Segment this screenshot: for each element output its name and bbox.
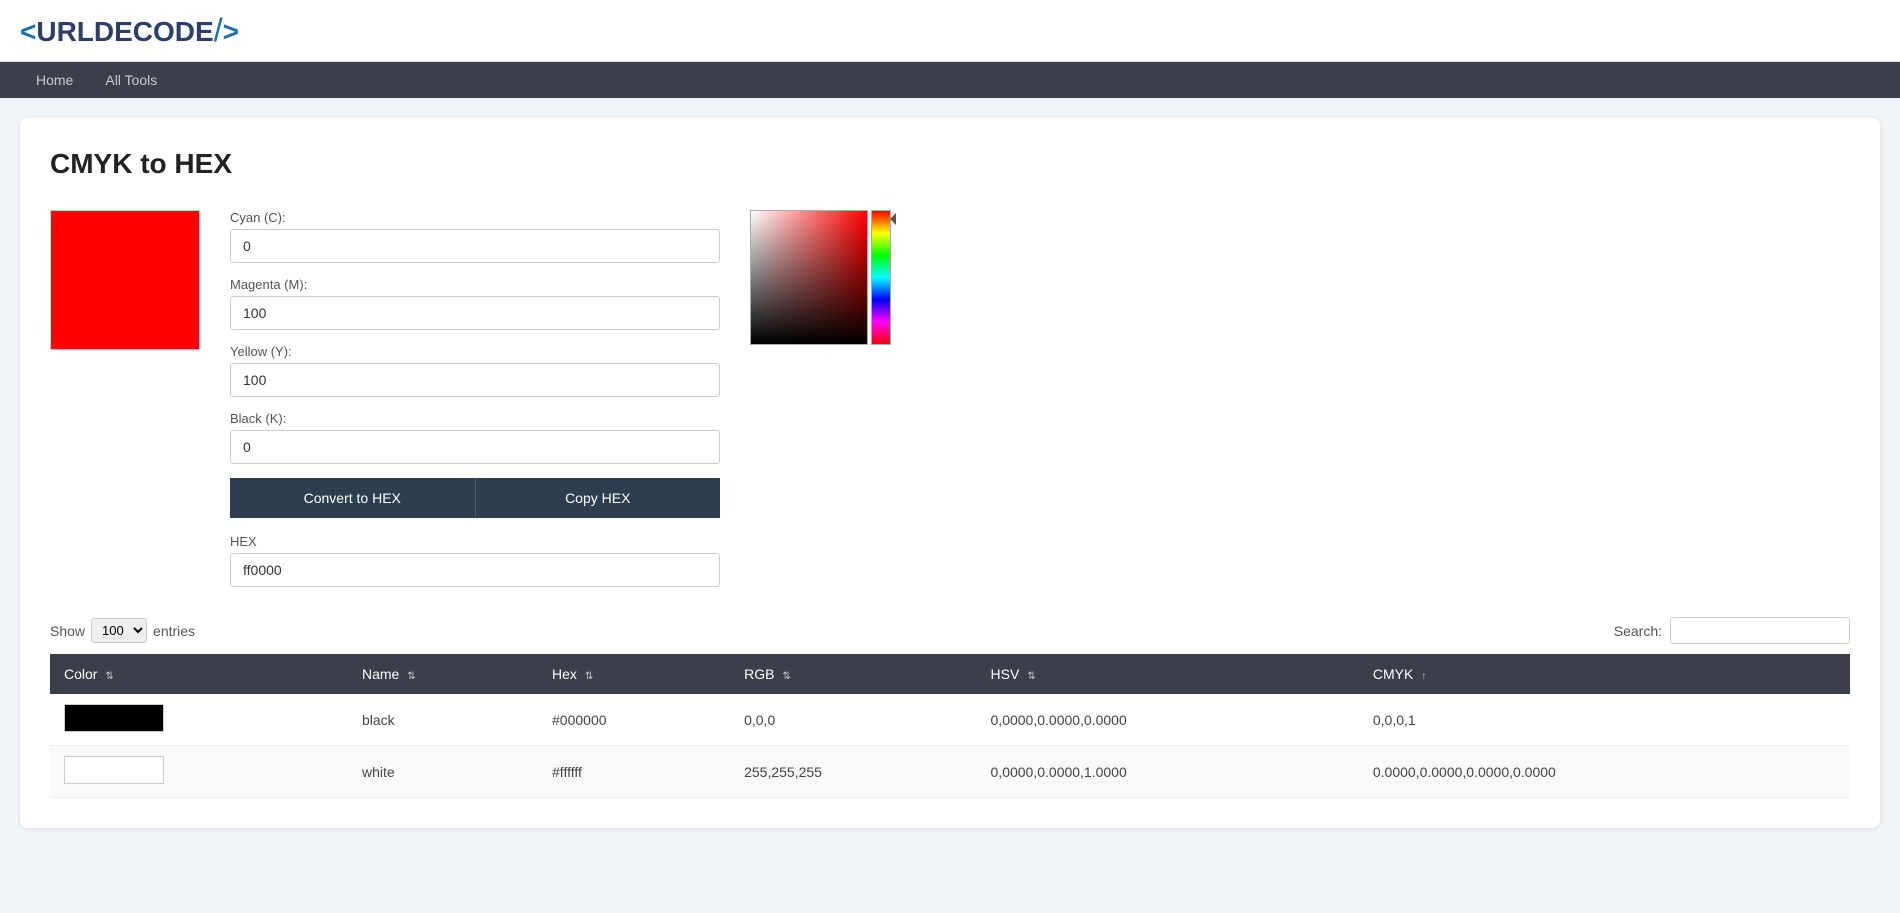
nav-all-tools[interactable]: All Tools	[89, 62, 173, 98]
entries-label: entries	[153, 623, 195, 639]
cell-hex: #ffffff	[538, 746, 730, 798]
cyan-label: Cyan (C):	[230, 210, 720, 225]
cell-name: black	[348, 694, 538, 746]
yellow-label: Yellow (Y):	[230, 344, 720, 359]
search-label: Search:	[1614, 623, 1662, 639]
col-hex-sort-icon: ⇅	[585, 671, 593, 682]
cell-cmyk: 0.0000,0.0000,0.0000,0.0000	[1359, 746, 1850, 798]
cell-hsv: 0,0000,0.0000,0.0000	[977, 694, 1359, 746]
col-cmyk-sort-icon: ↑	[1421, 671, 1426, 682]
yellow-input[interactable]	[230, 363, 720, 397]
col-cmyk[interactable]: CMYK ↑	[1359, 654, 1850, 694]
col-rgb-sort-icon: ⇅	[782, 671, 790, 682]
logo[interactable]: <URLDECODE/>	[20, 12, 1880, 49]
col-hex-label: Hex	[552, 666, 577, 682]
cyan-input[interactable]	[230, 229, 720, 263]
entries-select[interactable]: 100 25 50	[91, 618, 147, 643]
cell-name: white	[348, 746, 538, 798]
picker-arrow	[890, 213, 896, 225]
table-row: black #000000 0,0,0 0,0000,0.0000,0.0000…	[50, 694, 1850, 746]
search-input[interactable]	[1670, 617, 1850, 644]
color-picker-canvas[interactable]	[750, 210, 868, 345]
cell-hsv: 0,0000,0.0000,1.0000	[977, 746, 1359, 798]
logo-bracket-left: <	[20, 16, 36, 47]
color-picker-widget[interactable]	[750, 210, 895, 345]
logo-bracket-right: >	[223, 16, 239, 47]
table-row: white #ffffff 255,255,255 0,0000,0.0000,…	[50, 746, 1850, 798]
magenta-label: Magenta (M):	[230, 277, 720, 292]
cell-hex: #000000	[538, 694, 730, 746]
logo-slash: /	[214, 12, 223, 48]
logo-url: URL	[36, 16, 94, 47]
page-title: CMYK to HEX	[50, 148, 1850, 180]
col-name-label: Name	[362, 666, 399, 682]
cell-color	[50, 694, 348, 746]
col-rgb-label: RGB	[744, 666, 774, 682]
col-hsv[interactable]: HSV ⇅	[977, 654, 1359, 694]
cell-rgb: 255,255,255	[730, 746, 976, 798]
magenta-group: Magenta (M):	[230, 277, 720, 330]
col-name[interactable]: Name ⇅	[348, 654, 538, 694]
black-input[interactable]	[230, 430, 720, 464]
tool-section: Cyan (C): Magenta (M): Yellow (Y): Black…	[50, 210, 1850, 587]
col-color-label: Color	[64, 666, 97, 682]
col-hex[interactable]: Hex ⇅	[538, 654, 730, 694]
cyan-group: Cyan (C):	[230, 210, 720, 263]
black-label: Black (K):	[230, 411, 720, 426]
main-container: CMYK to HEX Cyan (C): Magenta (M): Yello…	[20, 118, 1880, 828]
cell-cmyk: 0,0,0,1	[1359, 694, 1850, 746]
button-row: Convert to HEX Copy HEX	[230, 478, 720, 518]
color-swatch	[64, 756, 164, 784]
col-color-sort-icon: ⇅	[105, 671, 113, 682]
hex-label: HEX	[230, 534, 720, 549]
yellow-group: Yellow (Y):	[230, 344, 720, 397]
nav-home[interactable]: Home	[20, 62, 89, 98]
col-color[interactable]: Color ⇅	[50, 654, 348, 694]
color-preview	[50, 210, 200, 350]
color-picker-strip[interactable]	[871, 210, 891, 345]
show-label: Show	[50, 623, 85, 639]
nav: Home All Tools	[0, 62, 1900, 98]
search-box: Search:	[1614, 617, 1850, 644]
col-hsv-sort-icon: ⇅	[1027, 671, 1035, 682]
table-head: Color ⇅ Name ⇅ Hex ⇅ RGB ⇅	[50, 654, 1850, 694]
convert-button[interactable]: Convert to HEX	[230, 478, 475, 518]
col-name-sort-icon: ⇅	[407, 671, 415, 682]
col-cmyk-label: CMYK	[1373, 666, 1413, 682]
cell-color	[50, 746, 348, 798]
color-swatch	[64, 704, 164, 732]
col-hsv-label: HSV	[991, 666, 1020, 682]
hex-input[interactable]	[230, 553, 720, 587]
hex-output-group: HEX	[230, 534, 720, 587]
header: <URLDECODE/>	[0, 0, 1900, 62]
table-wrapper: Color ⇅ Name ⇅ Hex ⇅ RGB ⇅	[50, 654, 1850, 798]
col-rgb[interactable]: RGB ⇅	[730, 654, 976, 694]
black-group: Black (K):	[230, 411, 720, 464]
inputs-section: Cyan (C): Magenta (M): Yellow (Y): Black…	[230, 210, 720, 587]
logo-decode: DECODE	[94, 16, 214, 47]
data-table: Color ⇅ Name ⇅ Hex ⇅ RGB ⇅	[50, 654, 1850, 798]
table-body: black #000000 0,0,0 0,0000,0.0000,0.0000…	[50, 694, 1850, 798]
table-header-row: Color ⇅ Name ⇅ Hex ⇅ RGB ⇅	[50, 654, 1850, 694]
color-picker-gradient	[751, 211, 867, 344]
cell-rgb: 0,0,0	[730, 694, 976, 746]
copy-button[interactable]: Copy HEX	[475, 478, 721, 518]
table-controls: Show 100 25 50 entries Search:	[50, 617, 1850, 644]
show-entries-group: Show 100 25 50 entries	[50, 618, 195, 643]
magenta-input[interactable]	[230, 296, 720, 330]
